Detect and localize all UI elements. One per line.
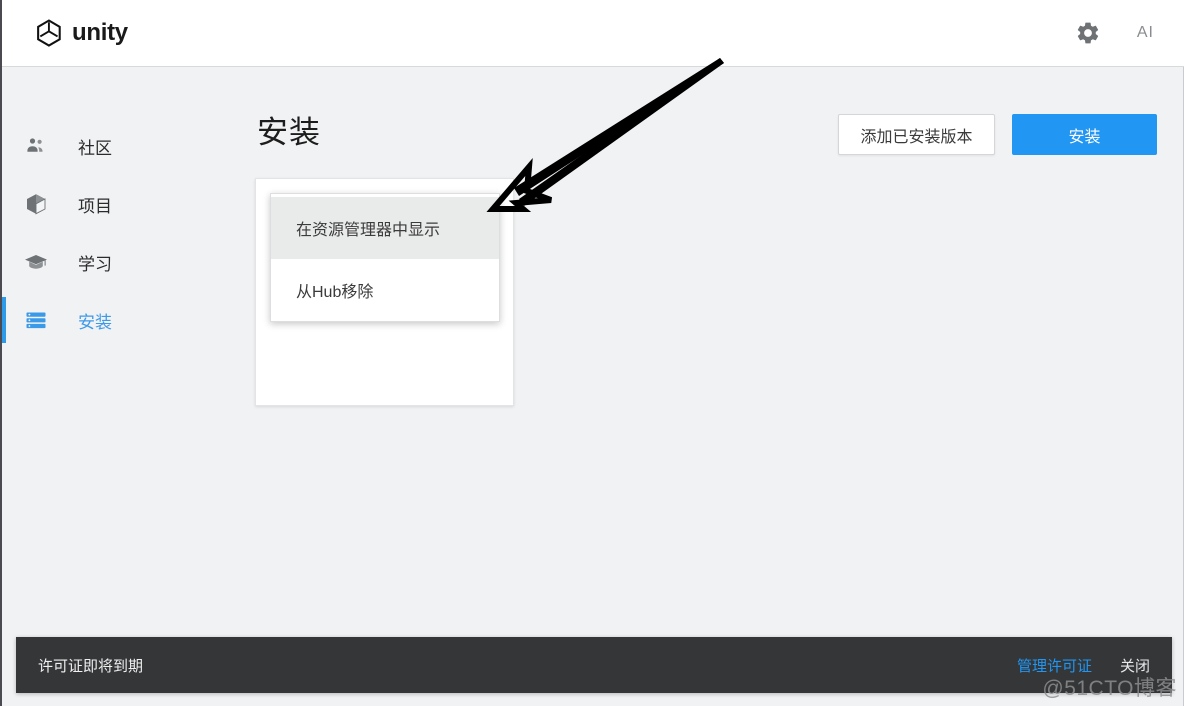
manage-license-link[interactable]: 管理许可证	[1017, 655, 1092, 676]
app-header: unity AI	[2, 0, 1184, 67]
header-actions: AI	[1075, 20, 1154, 46]
context-menu-item-show-in-explorer[interactable]: 在资源管理器中显示	[271, 197, 499, 259]
page-actions: 添加已安装版本 安装	[838, 114, 1157, 155]
unity-logo-icon	[34, 18, 64, 48]
gear-icon[interactable]	[1075, 20, 1101, 46]
cube-icon	[24, 191, 50, 217]
main-content: 安装 添加已安装版本 安装 在资源管理器中显示 从Hub移除	[217, 67, 1184, 637]
sidebar-item-label: 项目	[78, 196, 112, 216]
sidebar-item-label: 安装	[78, 312, 112, 332]
sidebar-item-community[interactable]: 社区	[2, 117, 217, 175]
sidebar-item-installs[interactable]: 安装	[2, 291, 217, 349]
license-notification-bar: 许可证即将到期 管理许可证 关闭	[16, 637, 1172, 693]
sidebar: 社区 项目 学习 安装	[2, 67, 217, 637]
brand-name: unity	[72, 19, 128, 46]
graduation-cap-icon	[24, 249, 50, 275]
sidebar-item-label: 社区	[78, 138, 112, 158]
notification-actions: 管理许可证 关闭	[1017, 655, 1150, 676]
add-installed-version-button[interactable]: 添加已安装版本	[838, 114, 995, 155]
context-menu-item-remove-from-hub[interactable]: 从Hub移除	[271, 259, 499, 321]
notification-message: 许可证即将到期	[38, 657, 144, 675]
ai-button[interactable]: AI	[1137, 24, 1154, 42]
install-button[interactable]: 安装	[1012, 114, 1157, 155]
sidebar-item-learn[interactable]: 学习	[2, 233, 217, 291]
sidebar-item-label: 学习	[78, 254, 112, 274]
sidebar-item-projects[interactable]: 项目	[2, 175, 217, 233]
list-icon	[24, 307, 50, 333]
close-notification-button[interactable]: 关闭	[1120, 655, 1150, 676]
brand-logo: unity	[34, 18, 128, 48]
unity-hub-window: unity AI 社区 项目 学习 安装 安装 添加已安装版本 安装 在资源管理…	[0, 0, 1184, 706]
people-icon	[24, 133, 50, 159]
context-menu: 在资源管理器中显示 从Hub移除	[270, 193, 500, 322]
page-title: 安装	[257, 115, 321, 150]
